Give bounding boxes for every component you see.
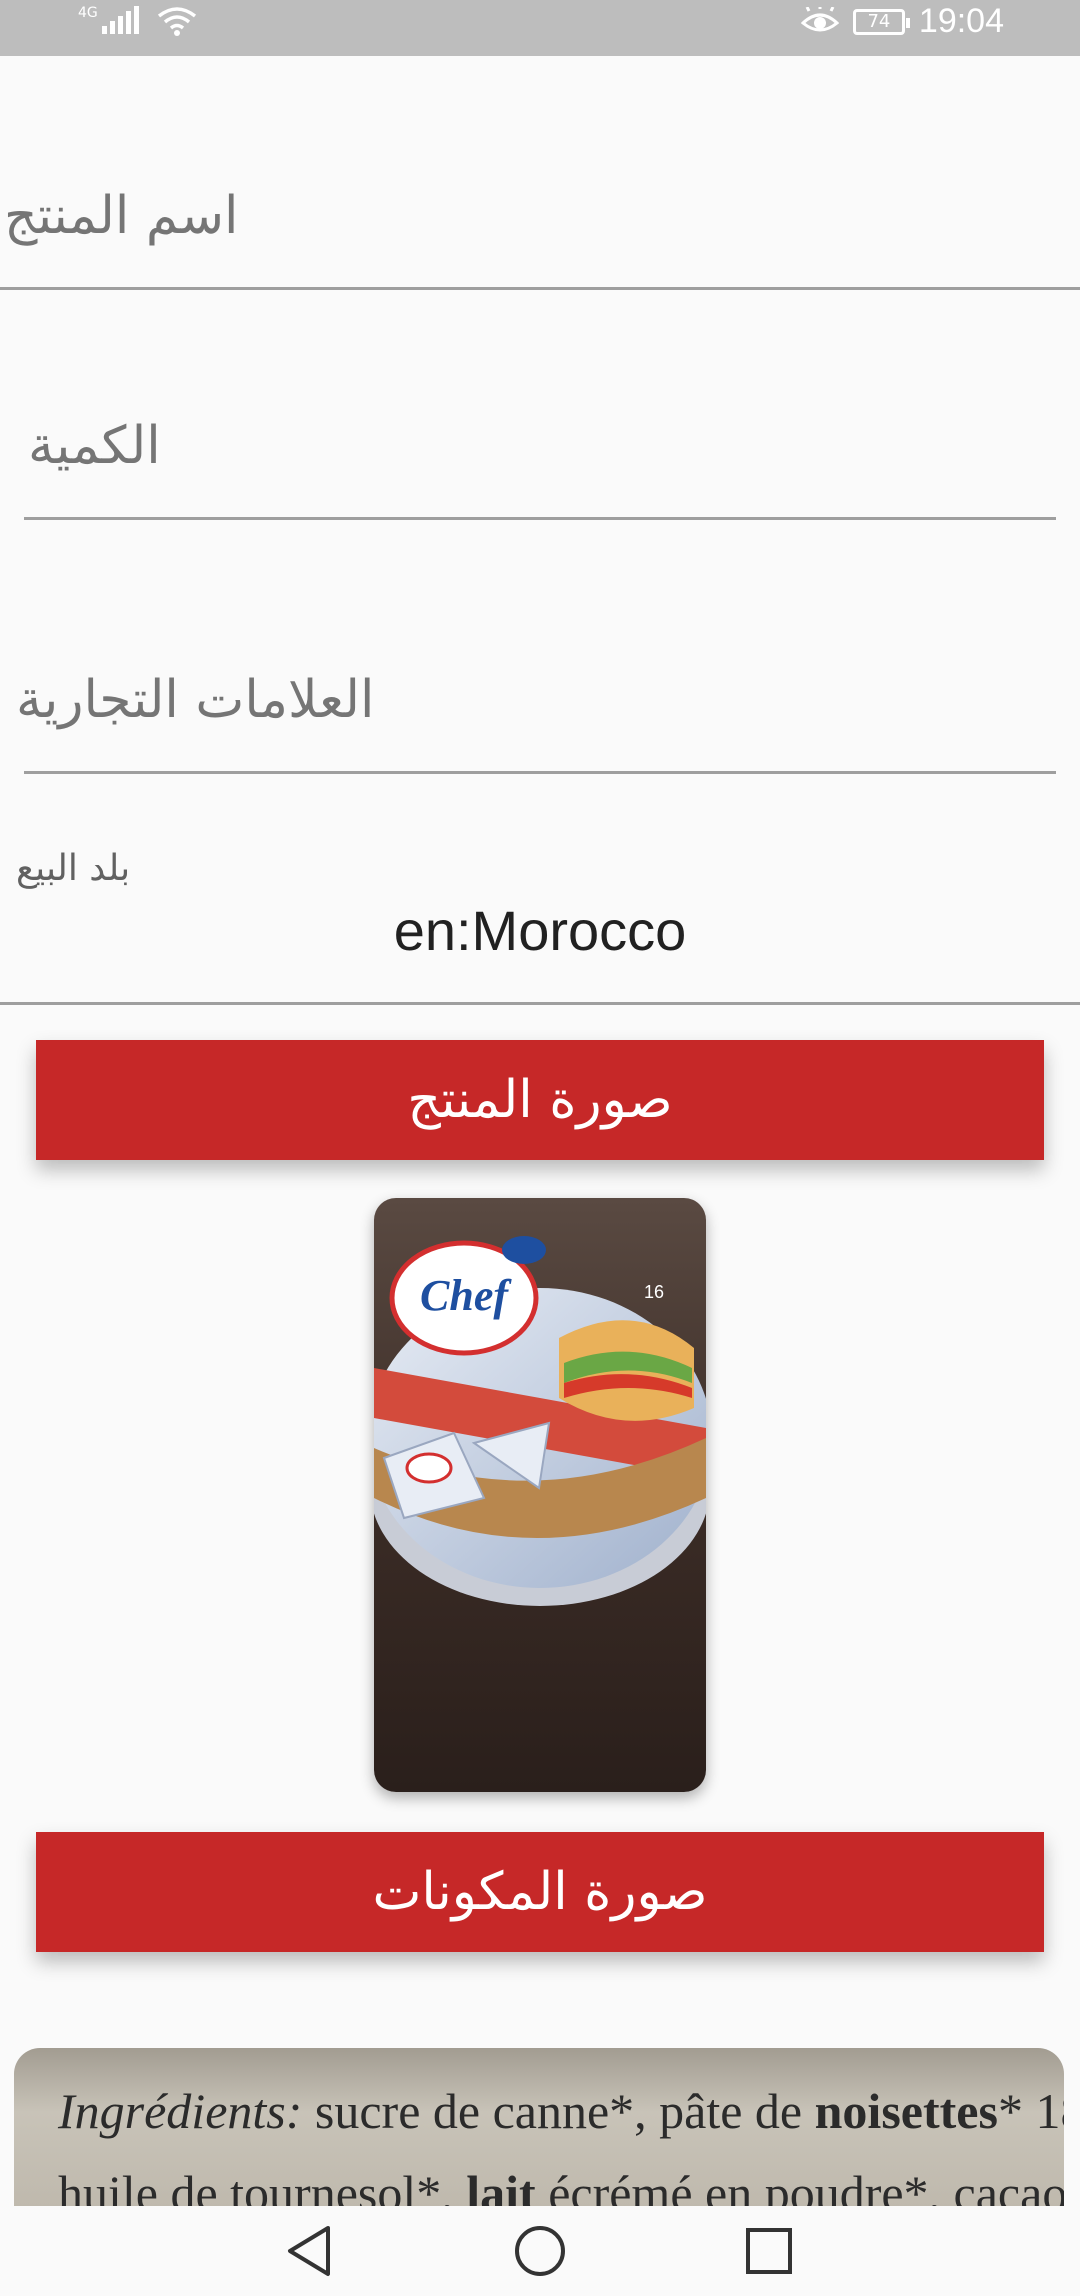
back-icon[interactable] (278, 2220, 340, 2282)
eye-icon (800, 6, 839, 31)
brands-field[interactable]: العلامات التجارية (0, 644, 1080, 776)
brands-placeholder: العلامات التجارية (16, 670, 375, 730)
status-bar: 4G 74 19:04 (0, 0, 1080, 56)
ingredients-photo-button[interactable]: صورة المكونات (36, 1832, 1044, 1952)
ingredients-line-1: Ingrédients: sucre de canne*, pâte de no… (58, 2070, 1064, 2152)
navigation-bar (0, 2206, 1080, 2296)
product-name-placeholder: اسم المنتج (4, 186, 239, 246)
ingredients-line-2-tail: écrémé en poudre*, cacao maigre (548, 2165, 1064, 2208)
ingredients-heading: Ingrédients: (58, 2083, 303, 2139)
network-type: 4G (78, 5, 98, 21)
ingredients-line-1-tail: * 18,5%, (997, 2083, 1064, 2139)
quantity-field[interactable]: الكمية (0, 390, 1080, 522)
product-name-underline (0, 287, 1080, 290)
country-input[interactable]: en:Morocco (0, 898, 1080, 963)
signal-icon (101, 6, 139, 34)
product-image[interactable]: Chef 16 (374, 1198, 706, 1792)
ingredients-hazelnut: noisettes (814, 2083, 998, 2139)
quantity-placeholder: الكمية (28, 416, 161, 476)
ingredients-text: Ingrédients: sucre de canne*, pâte de no… (58, 2070, 1064, 2208)
country-label: بلد البيع (16, 848, 131, 889)
brands-underline (24, 771, 1056, 774)
product-photo-graphic: Chef 16 (374, 1198, 706, 1792)
ingredients-line-2-start: huile de tournesol*, (58, 2165, 467, 2208)
quantity-underline (24, 517, 1056, 520)
product-photo-button[interactable]: صورة المنتج (36, 1040, 1044, 1160)
svg-text:16: 16 (644, 1282, 664, 1302)
ingredients-milk: lait (466, 2165, 536, 2208)
recents-icon[interactable] (738, 2220, 800, 2282)
ingredients-image[interactable]: Ingrédients: sucre de canne*, pâte de no… (14, 2048, 1064, 2208)
wifi-icon (157, 7, 196, 36)
clock: 19:04 (918, 2, 1004, 40)
home-icon[interactable] (509, 2220, 571, 2282)
status-right: 74 19:04 (800, 2, 1004, 41)
battery-level: 74 (867, 11, 891, 32)
country-underline (0, 1002, 1080, 1005)
battery-icon: 74 (852, 8, 910, 35)
status-left: 4G (78, 6, 197, 36)
ingredients-line-1-rest: sucre de canne*, pâte de (302, 2083, 815, 2139)
svg-text:Chef: Chef (420, 1271, 512, 1320)
ingredients-line-2: huile de tournesol*, lait écrémé en poud… (58, 2152, 1064, 2208)
product-name-field[interactable]: اسم المنتج (0, 160, 1080, 292)
